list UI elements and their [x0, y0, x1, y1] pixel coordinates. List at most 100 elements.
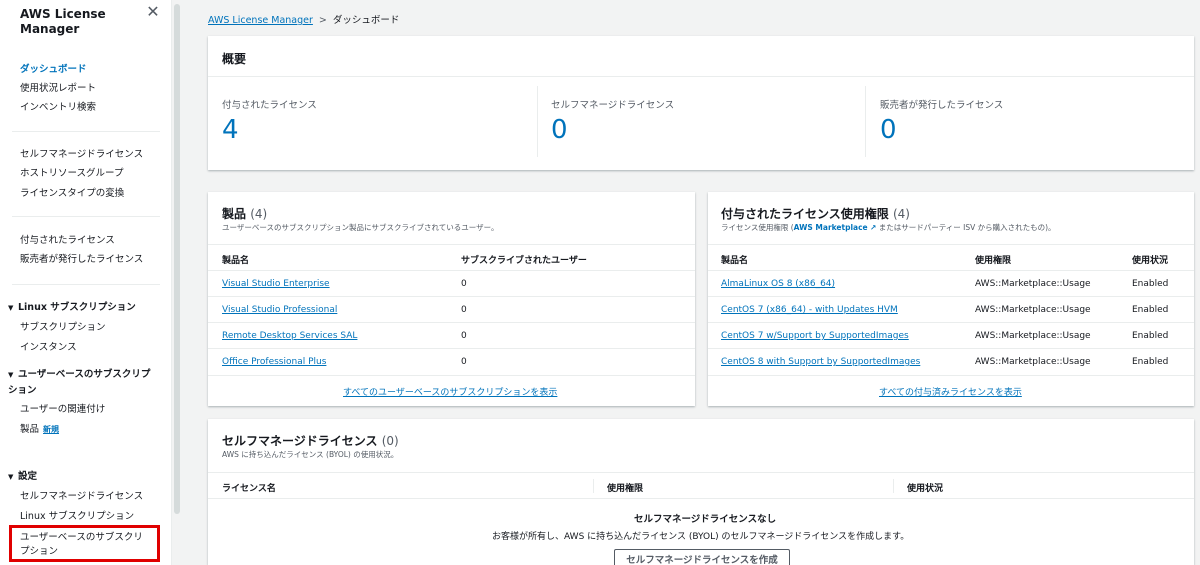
- view-all-user-subscriptions-link[interactable]: すべてのユーザーベースのサブスクリプションを表示: [343, 385, 557, 398]
- highlight-box: [9, 525, 160, 562]
- product-users: 0: [461, 305, 467, 315]
- col-header-license-name[interactable]: ライセンス名: [222, 481, 276, 494]
- granted-count: (4): [892, 207, 910, 221]
- nav-license-type-conversion[interactable]: ライセンスタイプの変換: [20, 188, 124, 200]
- overview-divider: [208, 76, 1194, 77]
- stat-label-self-managed: セルフマネージドライセンス: [551, 100, 675, 111]
- nav-section-settings[interactable]: ▼ 設定: [8, 469, 37, 485]
- granted-desc-suffix: またはサードパーティー ISV から購入されたもの)。: [876, 223, 1056, 232]
- chevron-right-icon: >: [318, 15, 327, 26]
- breadcrumb-current: ダッシュボード: [332, 15, 400, 26]
- col-header-entitlement[interactable]: 使用権限: [975, 253, 1011, 266]
- self-managed-title-text: セルフマネージドライセンス: [222, 434, 378, 448]
- granted-status: Enabled: [1132, 279, 1169, 289]
- product-users: 0: [461, 357, 467, 367]
- col-header-usage-status[interactable]: 使用状況: [907, 481, 943, 494]
- nav-granted-licenses[interactable]: 付与されたライセンス: [20, 235, 115, 247]
- nav-divider: [12, 131, 160, 132]
- breadcrumb-root-link[interactable]: AWS License Manager: [208, 15, 313, 26]
- product-link[interactable]: Office Professional Plus: [222, 357, 326, 367]
- row-divider: [208, 348, 695, 349]
- overview-card: [208, 36, 1194, 170]
- nav-user-associations[interactable]: ユーザーの関連付け: [20, 404, 105, 416]
- table-divider: [208, 472, 1194, 473]
- caret-down-icon: ▼: [8, 304, 14, 312]
- section-label: ユーザーベースのサブスクリプション: [8, 369, 151, 396]
- granted-product-link[interactable]: CentOS 8 with Support by SupportedImages: [721, 357, 920, 367]
- nav-settings-self-managed[interactable]: セルフマネージドライセンス: [20, 491, 143, 503]
- granted-product-link[interactable]: AlmaLinux OS 8 (x86_64): [721, 279, 835, 289]
- nav-products-label: 製品: [20, 424, 40, 435]
- stat-label-seller-issued: 販売者が発行したライセンス: [880, 100, 1004, 111]
- col-header-usage-status[interactable]: 使用状況: [1132, 253, 1168, 266]
- stat-label-granted: 付与されたライセンス: [222, 100, 317, 111]
- col-header-entitlement[interactable]: 使用権限: [607, 481, 643, 494]
- nav-section-user-based-subscriptions[interactable]: ▼ ユーザーベースのサブスクリプション: [8, 367, 158, 398]
- granted-product-link[interactable]: CentOS 7 (x86_64) - with Updates HVM: [721, 305, 898, 315]
- product-users: 0: [461, 331, 467, 341]
- breadcrumb: AWS License Manager > ダッシュボード: [208, 12, 399, 26]
- row-divider: [708, 348, 1194, 349]
- self-managed-description: AWS に持ち込んだライセンス (BYOL) の使用状況。: [222, 450, 399, 459]
- row-divider: [208, 375, 695, 376]
- table-divider: [208, 244, 695, 245]
- nav-instances[interactable]: インスタンス: [20, 342, 77, 354]
- table-divider: [708, 270, 1194, 271]
- table-divider: [208, 270, 695, 271]
- granted-entitlement: AWS::Marketplace::Usage: [975, 305, 1091, 315]
- nav-subscriptions[interactable]: サブスクリプション: [20, 322, 106, 334]
- granted-status: Enabled: [1132, 305, 1169, 315]
- view-all-granted-licenses-link[interactable]: すべての付与済みライセンスを表示: [879, 385, 1022, 398]
- product-users: 0: [461, 279, 467, 289]
- col-header-subscribed-users[interactable]: サブスクライブされたユーザー: [461, 253, 587, 266]
- stat-value-self-managed[interactable]: 0: [551, 115, 568, 145]
- nav-self-managed-licenses[interactable]: セルフマネージドライセンス: [20, 149, 143, 161]
- caret-down-icon: ▼: [8, 371, 14, 379]
- table-divider: [708, 244, 1194, 245]
- granted-entitlement: AWS::Marketplace::Usage: [975, 357, 1091, 367]
- overview-title: 概要: [222, 52, 247, 66]
- granted-status: Enabled: [1132, 357, 1169, 367]
- products-title-text: 製品: [222, 207, 247, 221]
- aws-marketplace-link[interactable]: AWS Marketplace: [794, 223, 868, 232]
- products-count: (4): [250, 207, 268, 221]
- sidebar-title[interactable]: AWS License Manager: [20, 7, 140, 37]
- products-description: ユーザーベースのサブスクリプション製品にサブスクライブされているユーザー。: [222, 223, 499, 232]
- stat-value-seller-issued[interactable]: 0: [880, 115, 897, 145]
- empty-state-title: セルフマネージドライセンスなし: [634, 514, 777, 525]
- caret-down-icon: ▼: [8, 473, 14, 481]
- row-divider: [708, 296, 1194, 297]
- nav-divider: [12, 284, 160, 285]
- new-badge: 新規: [43, 425, 60, 434]
- nav-host-resource-groups[interactable]: ホストリソースグループ: [20, 168, 123, 180]
- nav-dashboard[interactable]: ダッシュボード: [20, 64, 87, 76]
- stat-value-granted[interactable]: 4: [222, 115, 239, 145]
- nav-settings-linux-subscriptions[interactable]: Linux サブスクリプション: [20, 511, 134, 523]
- side-navigation: AWS License Manager ✕ ダッシュボード 使用状況レポート イ…: [0, 0, 172, 565]
- product-link[interactable]: Visual Studio Professional: [222, 305, 337, 315]
- close-icon[interactable]: ✕: [145, 4, 161, 20]
- col-header-product-name[interactable]: 製品名: [721, 253, 748, 266]
- granted-title: 付与されたライセンス使用権限 (4): [721, 205, 910, 222]
- self-managed-count: (0): [381, 434, 399, 448]
- section-label: Linux サブスクリプション: [18, 302, 136, 313]
- granted-product-link[interactable]: CentOS 7 w/Support by SupportedImages: [721, 331, 909, 341]
- nav-products[interactable]: 製品 新規: [20, 424, 59, 436]
- table-divider: [208, 498, 1194, 499]
- nav-usage-report[interactable]: 使用状況レポート: [20, 83, 96, 95]
- column-divider: [893, 479, 894, 493]
- product-link[interactable]: Visual Studio Enterprise: [222, 279, 330, 289]
- nav-section-linux-subscriptions[interactable]: ▼ Linux サブスクリプション: [8, 300, 136, 316]
- row-divider: [208, 322, 695, 323]
- row-divider: [208, 296, 695, 297]
- product-link[interactable]: Remote Desktop Services SAL: [222, 331, 357, 341]
- nav-seller-issued-licenses[interactable]: 販売者が発行したライセンス: [20, 254, 143, 266]
- sidebar-scrollbar[interactable]: [174, 4, 180, 514]
- nav-inventory-search[interactable]: インベントリ検索: [20, 102, 96, 114]
- col-header-product-name[interactable]: 製品名: [222, 253, 249, 266]
- column-divider: [593, 479, 594, 493]
- granted-status: Enabled: [1132, 331, 1169, 341]
- products-title: 製品 (4): [222, 205, 267, 222]
- create-self-managed-license-button[interactable]: セルフマネージドライセンスを作成: [614, 549, 790, 565]
- granted-desc-prefix: ライセンス使用権限 (: [721, 223, 794, 232]
